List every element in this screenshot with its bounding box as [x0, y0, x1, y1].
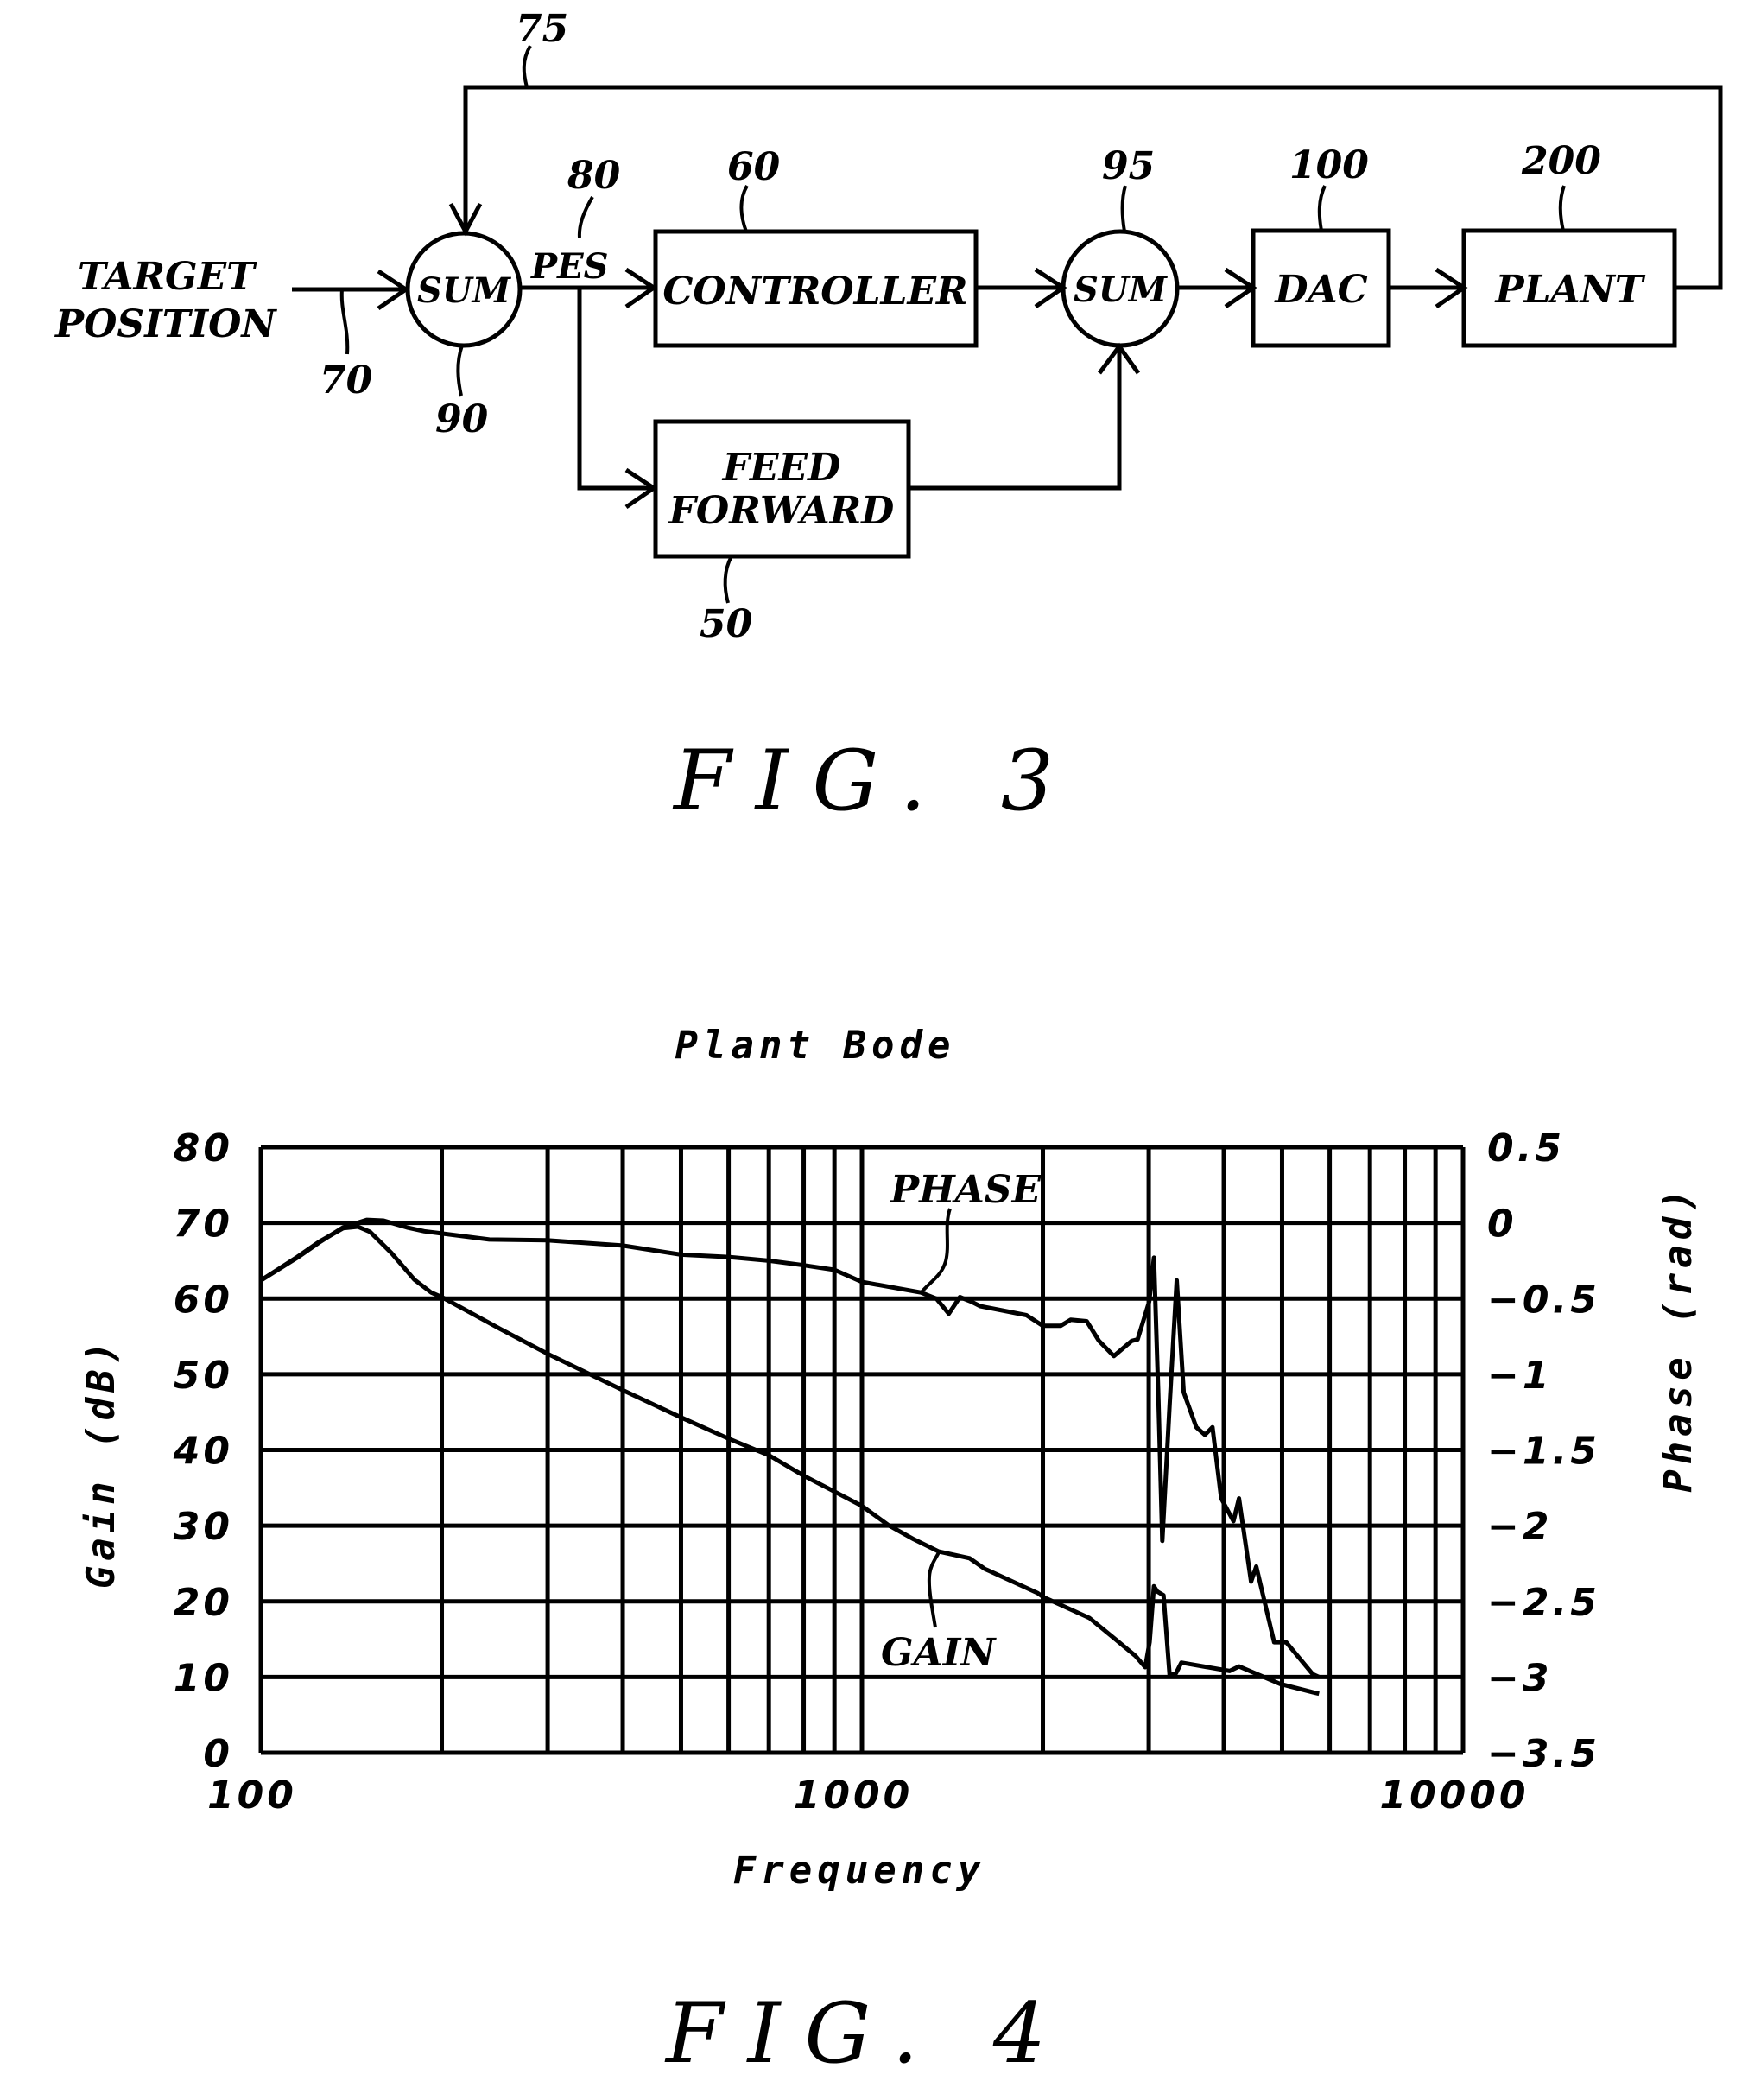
fig4-caption: FIG. 4 [664, 1985, 1070, 2082]
y-tick-label: 70 [174, 1202, 233, 1247]
ref-label-50: 50 [700, 602, 753, 646]
y-tick-label: 30 [174, 1505, 233, 1549]
position-label: POSITION [54, 302, 277, 346]
y-tick-label: 10 [174, 1656, 233, 1700]
ref-label-95: 95 [1102, 144, 1155, 188]
sum-junction-2-label: SUM [1074, 270, 1169, 310]
y2-axis-title: Phase (rad) [1656, 1183, 1701, 1492]
y2-tick-label: 0.5 [1487, 1126, 1565, 1171]
ref-leader-90 [456, 345, 464, 397]
y-tick-label: 80 [174, 1126, 233, 1171]
ref-leader-95 [1120, 185, 1127, 232]
ref-label-60: 60 [727, 145, 781, 189]
ref-label-80: 80 [567, 154, 621, 198]
ref-leader-200 [1558, 185, 1566, 232]
y2-tick-label: −1.5 [1487, 1430, 1600, 1474]
ref-leader-60 [739, 184, 749, 232]
fig3-caption: FIG. 3 [672, 733, 1078, 829]
y-tick-label: 0 [203, 1732, 233, 1776]
x-tick-label: 100 [207, 1773, 297, 1818]
target-label: TARGET [78, 255, 257, 299]
controller-label: CONTROLLER [662, 270, 967, 314]
feedforward-branch-line [577, 288, 654, 491]
chart-series [259, 1217, 1321, 1697]
x-tick-label: 1000 [794, 1773, 913, 1818]
phase-annotation: PHASE [889, 1168, 1042, 1212]
x-tick-label: 10000 [1379, 1773, 1529, 1818]
x-axis-ticks: 100 1000 10000 [207, 1773, 1529, 1818]
gain-annotation-leader [927, 1551, 941, 1628]
y-tick-label: 40 [173, 1430, 233, 1474]
ref-leader-80 [577, 195, 594, 238]
ref-leader-50 [723, 555, 733, 604]
ref-leader-70 [339, 289, 350, 355]
fig4-bode-chart: Plant Bode 0 10 20 30 40 50 60 70 80 0.5 0 −0.5 −1 −… [79, 1024, 1701, 2082]
ref-label-70: 70 [320, 358, 373, 403]
chart-grid [258, 1145, 1466, 1755]
gain-annotation: GAIN [881, 1631, 997, 1675]
y-tick-label: 60 [174, 1278, 233, 1322]
ref-label-75: 75 [516, 7, 568, 51]
right-axis-ticks: 0.5 0 −0.5 −1 −1.5 −2 −2.5 −3 −3.5 [1487, 1126, 1600, 1776]
y2-tick-label: −3 [1487, 1656, 1552, 1700]
patent-figure-sheet: 75 TARGET POSITION 70 SUM 90 PES 80 CONT… [54, 7, 1723, 2082]
y2-tick-label: 0 [1487, 1202, 1517, 1247]
ref-label-90: 90 [435, 397, 489, 441]
ref-leader-75 [522, 44, 532, 88]
chart-title: Plant Bode [675, 1024, 956, 1068]
y2-tick-label: −3.5 [1487, 1732, 1600, 1776]
dac-label: DAC [1273, 268, 1367, 312]
sum-junction-1-label: SUM [417, 270, 512, 311]
y2-tick-label: −0.5 [1487, 1278, 1600, 1322]
ref-leader-100 [1317, 185, 1327, 232]
ref-label-200: 200 [1521, 139, 1601, 183]
y2-tick-label: −1 [1487, 1354, 1552, 1398]
y2-tick-label: −2.5 [1487, 1581, 1600, 1625]
left-axis-ticks: 0 10 20 30 40 50 60 70 80 [173, 1126, 233, 1776]
plant-label: PLANT [1493, 268, 1645, 312]
fig3-block-diagram: 75 TARGET POSITION 70 SUM 90 PES 80 CONT… [54, 7, 1723, 829]
x-axis-title: Frequency [733, 1849, 985, 1893]
y-tick-label: 50 [174, 1354, 233, 1398]
feed-label: FEED [721, 446, 840, 490]
feedforward-output-line [909, 346, 1122, 491]
forward-label: FORWARD [668, 489, 895, 533]
y-axis-title: Gain (dB) [79, 1336, 124, 1589]
ref-label-100: 100 [1289, 143, 1369, 187]
y-tick-label: 20 [174, 1581, 233, 1625]
pes-label: PES [530, 246, 608, 287]
y2-tick-label: −2 [1487, 1505, 1552, 1549]
